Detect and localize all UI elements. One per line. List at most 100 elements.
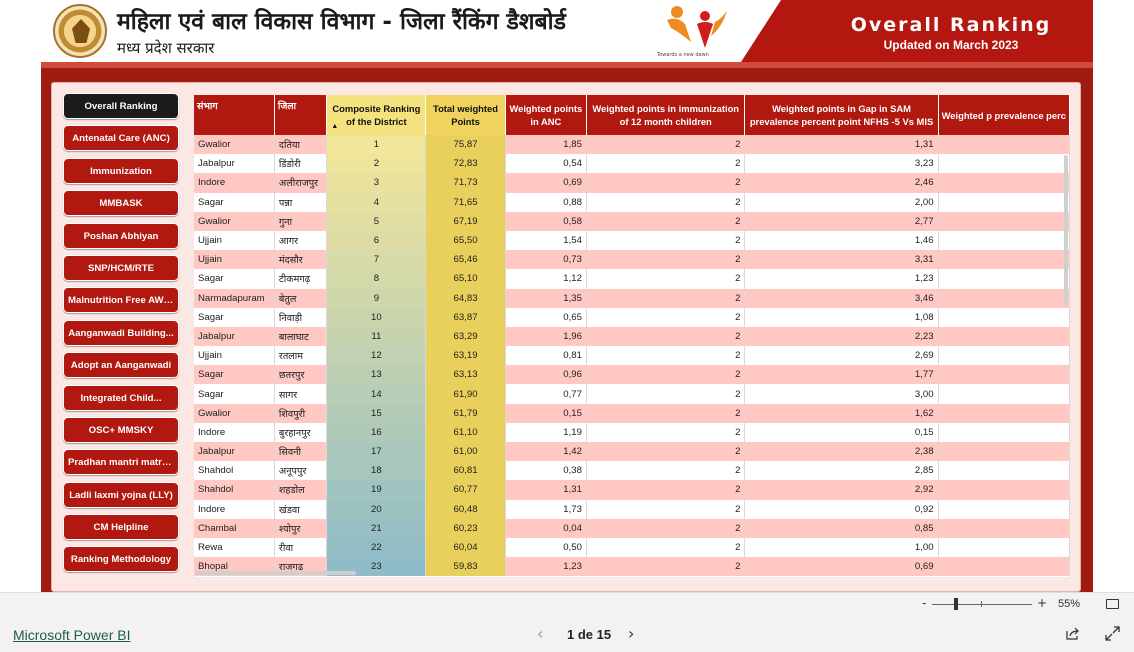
- cell-prevalence: [938, 250, 1070, 270]
- table-row[interactable]: Ujjain मंदसौर 7 65,46 0,73 2 3,31: [194, 250, 1070, 270]
- table-row[interactable]: Shahdol शहडोल 19 60,77 1,31 2 2,92: [194, 480, 1070, 500]
- table-row[interactable]: Sagar सागर 14 61,90 0,77 2 3,00: [194, 384, 1070, 404]
- col-header-immunization[interactable]: Weighted points in immunization of 12 mo…: [586, 95, 746, 135]
- nav-adopt-an-aanganwadi[interactable]: Adopt an Aanganwadi: [63, 352, 179, 379]
- ranking-table-visual[interactable]: संभाग जिला Composite Ranking of the Dist…: [194, 95, 1070, 577]
- vertical-scrollbar[interactable]: [1064, 155, 1068, 305]
- table-row[interactable]: Shahdol अनूपपुर 18 60,81 0,38 2 2,85: [194, 461, 1070, 481]
- page-title: महिला एवं बाल विकास विभाग - जिला रैंकिंग…: [117, 9, 566, 35]
- table-row[interactable]: Sagar पन्ना 4 71,65 0,88 2 2,00: [194, 192, 1070, 212]
- cell-anc: 0,88: [505, 192, 587, 212]
- cell-rank: 19: [326, 480, 427, 500]
- nav-aanganwadi-building[interactable]: Aanganwadi Building...: [63, 319, 179, 346]
- nav-cm-helpline[interactable]: CM Helpline: [63, 514, 179, 541]
- cell-rank: 2: [326, 154, 427, 174]
- share-icon[interactable]: [1066, 627, 1080, 640]
- nav-integrated-child[interactable]: Integrated Child...: [63, 384, 179, 411]
- cell-sam-gap: 0,69: [744, 557, 939, 577]
- cell-total-points: 60,81: [425, 461, 506, 481]
- zoom-level: 55%: [1058, 598, 1081, 610]
- cell-district: श्योपुर: [274, 518, 328, 538]
- cell-division: Narmadapuram: [194, 288, 275, 308]
- table-row[interactable]: Gwalior दतिया 1 75,87 1,85 2 1,31: [194, 135, 1070, 155]
- nav-ladli-laxmi-yojna[interactable]: Ladli laxmi yojna (LLY): [63, 481, 179, 508]
- table-row[interactable]: Indore बुरहानपुर 16 61,10 1,19 2 0,15: [194, 422, 1070, 442]
- table-row[interactable]: Ujjain आगर 6 65,50 1,54 2 1,46: [194, 230, 1070, 251]
- nav-malnutrition-free-awcs[interactable]: Malnutrition Free AWCs: [63, 287, 179, 314]
- cell-anc: 1,12: [505, 269, 587, 289]
- table-row[interactable]: Sagar निवाड़ी 10 63,87 0,65 2 1,08: [194, 307, 1070, 327]
- table-row[interactable]: Jabalpur बालाघाट 11 63,29 1,96 2 2,23: [194, 326, 1070, 347]
- table-row[interactable]: Sagar टीकमगढ़ 8 65,10 1,12 2 1,23: [194, 269, 1070, 289]
- table-row[interactable]: Jabalpur सिवनी 17 61,00 1,42 2 2,38: [194, 442, 1070, 462]
- nav-mmbask[interactable]: MMBASK: [63, 190, 179, 217]
- table-row[interactable]: Indore अलीराजपुर 3 71,73 0,69 2 2,46: [194, 173, 1070, 193]
- col-header-district[interactable]: जिला: [274, 95, 328, 135]
- power-bi-link[interactable]: Microsoft Power BI: [13, 627, 130, 643]
- nav-immunization[interactable]: Immunization: [63, 157, 179, 184]
- col-header-composite-ranking[interactable]: Composite Ranking of the District ▲: [326, 95, 427, 135]
- cell-sam-gap: 1,46: [744, 230, 939, 251]
- nav-poshan-abhiyan[interactable]: Poshan Abhiyan: [63, 222, 179, 249]
- cell-sam-gap: 0,92: [744, 499, 939, 519]
- table-row[interactable]: Rewa रीवा 22 60,04 0,50 2 1,00: [194, 537, 1070, 558]
- cell-total-points: 63,29: [425, 326, 506, 347]
- nav-snp-hcm-rte[interactable]: SNP/HCM/RTE: [63, 254, 179, 281]
- cell-rank: 1: [326, 135, 427, 155]
- fit-to-page-icon[interactable]: [1106, 599, 1119, 609]
- content-panel: Overall Ranking Antenatal Care (ANC) Imm…: [51, 82, 1081, 592]
- cell-anc: 1,54: [505, 230, 587, 251]
- table-row[interactable]: Gwalior गुना 5 67,19 0,58 2 2,77: [194, 211, 1070, 231]
- nav-osc-mmsky[interactable]: OSC+ MMSKY: [63, 416, 179, 443]
- table-row[interactable]: Gwalior शिवपुरी 15 61,79 0,15 2 1,62: [194, 403, 1070, 423]
- cell-division: Ujjain: [194, 230, 275, 251]
- cell-rank: 6: [326, 230, 427, 251]
- logo-tagline: Towards a new dawn: [657, 52, 709, 58]
- table-row[interactable]: Jabalpur डिंडोरी 2 72,83 0,54 2 3,23: [194, 154, 1070, 174]
- nav-antenatal-care[interactable]: Antenatal Care (ANC): [63, 125, 179, 152]
- table-row[interactable]: Indore खंडवा 20 60,48 1,73 2 0,92: [194, 499, 1070, 519]
- table-row[interactable]: Sagar छतरपुर 13 63,13 0,96 2 1,77: [194, 365, 1070, 385]
- zoom-in-button[interactable]: +: [1037, 596, 1047, 610]
- horizontal-scrollbar[interactable]: [196, 571, 356, 575]
- overall-ranking-heading: Overall Ranking: [850, 14, 1052, 36]
- table-row[interactable]: Narmadapuram बेतुल 9 64,83 1,35 2 3,46: [194, 288, 1070, 308]
- col-header-total-points[interactable]: Total weighted Points: [425, 95, 506, 135]
- cell-prevalence: [938, 461, 1070, 481]
- cell-division: Gwalior: [194, 403, 275, 423]
- cell-anc: 1,85: [505, 135, 587, 155]
- cell-prevalence: [938, 288, 1070, 308]
- zoom-out-button[interactable]: -: [922, 596, 926, 610]
- nav-overall-ranking[interactable]: Overall Ranking: [63, 93, 179, 119]
- cell-total-points: 61,79: [425, 403, 506, 423]
- cell-sam-gap: 3,23: [744, 154, 939, 174]
- col-header-prevalence[interactable]: Weighted p prevalence perc: [938, 95, 1070, 135]
- cell-immunization: 2: [586, 403, 746, 423]
- cell-district: मंदसौर: [274, 250, 328, 270]
- cell-total-points: 63,87: [425, 307, 506, 327]
- cell-total-points: 61,90: [425, 384, 506, 404]
- col-header-sam-gap[interactable]: Weighted points in Gap in SAM prevalence…: [744, 95, 939, 135]
- cell-immunization: 2: [586, 461, 746, 481]
- col-header-division[interactable]: संभाग: [194, 95, 275, 135]
- cell-immunization: 2: [586, 518, 746, 538]
- nav-ranking-methodology[interactable]: Ranking Methodology: [63, 546, 179, 573]
- cell-sam-gap: 2,85: [744, 461, 939, 481]
- zoom-slider-tick: [981, 601, 982, 607]
- previous-page-button[interactable]: ‹: [537, 624, 543, 643]
- zoom-slider-thumb[interactable]: [954, 598, 958, 610]
- cell-prevalence: [938, 537, 1070, 558]
- cell-rank: 5: [326, 211, 427, 231]
- table-row[interactable]: Chambal श्योपुर 21 60,23 0,04 2 0,85: [194, 518, 1070, 538]
- cell-immunization: 2: [586, 269, 746, 289]
- cell-total-points: 65,50: [425, 230, 506, 251]
- nav-pradhan-mantri-matru[interactable]: Pradhan mantri matru...: [63, 449, 179, 476]
- cell-prevalence: [938, 192, 1070, 212]
- zoom-slider-track[interactable]: [932, 604, 1032, 605]
- next-page-button[interactable]: ›: [628, 624, 634, 643]
- fullscreen-icon[interactable]: [1105, 626, 1120, 641]
- cell-district: अनूपपुर: [274, 461, 328, 481]
- cell-sam-gap: 2,92: [744, 480, 939, 500]
- col-header-anc[interactable]: Weighted points in ANC: [505, 95, 587, 135]
- table-row[interactable]: Ujjain रतलाम 12 63,19 0,81 2 2,69: [194, 346, 1070, 366]
